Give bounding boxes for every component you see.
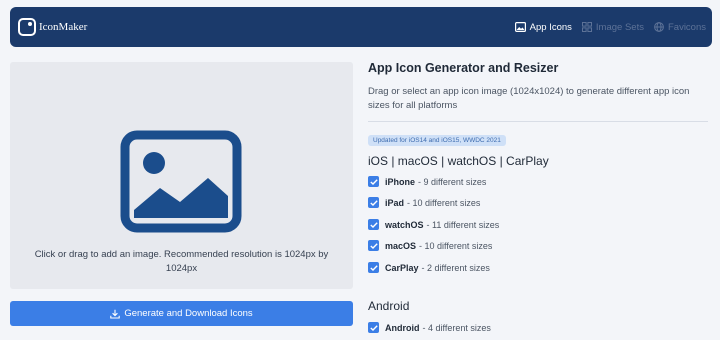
image-dropzone[interactable]: Click or drag to add an image. Recommend… (10, 62, 353, 289)
checkbox-checked-icon[interactable] (368, 176, 379, 187)
platform-sizes: - 4 different sizes (422, 322, 491, 333)
brand-logo-link[interactable]: IconMaker (18, 16, 87, 38)
platform-name: CarPlay (385, 262, 419, 273)
nav-link-app-icons[interactable]: App Icons (514, 21, 572, 33)
page-description: Drag or select an app icon image (1024x1… (368, 86, 690, 111)
checkbox-checked-icon[interactable] (368, 240, 379, 251)
nav-link-label: App Icons (529, 21, 572, 33)
grid-icon (581, 22, 592, 32)
checkbox-watchos[interactable]: watchOS - 11 different sizes (368, 219, 499, 230)
update-badge: Updated for iOS14 and iOS15, WWDC 2021 (368, 135, 506, 146)
image-icon (514, 22, 526, 32)
checkbox-checked-icon[interactable] (368, 197, 379, 208)
image-placeholder-icon (120, 130, 242, 233)
iconmaker-logo-icon (18, 18, 36, 36)
checkbox-ipad[interactable]: iPad - 10 different sizes (368, 197, 480, 208)
android-heading: Android (368, 299, 410, 313)
platform-sizes: - 11 different sizes (426, 219, 500, 230)
globe-icon (654, 22, 664, 32)
platform-name: iPad (385, 197, 405, 208)
nav-link-label: Image Sets (595, 21, 644, 33)
platform-sizes: - 10 different sizes (407, 197, 481, 208)
apple-platforms-heading: iOS | macOS | watchOS | CarPlay (368, 154, 549, 168)
platform-name: macOS (385, 240, 417, 251)
nav-link-favicons[interactable]: Favicons (654, 22, 706, 33)
checkbox-checked-icon[interactable] (368, 262, 379, 273)
generate-button-label: Generate and Download Icons (124, 308, 253, 319)
dropzone-instructions: Click or drag to add an image. Recommend… (34, 249, 329, 274)
nav-link-label: Favicons (667, 21, 706, 33)
platform-name: watchOS (385, 219, 424, 230)
download-icon (110, 309, 121, 319)
platform-sizes: - 9 different sizes (418, 176, 487, 187)
page-title: App Icon Generator and Resizer (368, 61, 559, 75)
checkbox-android[interactable]: Android - 4 different sizes (368, 322, 491, 333)
platform-sizes: - 10 different sizes (419, 240, 493, 251)
checkbox-checked-icon[interactable] (368, 322, 379, 333)
nav-link-image-sets[interactable]: Image Sets (581, 21, 644, 33)
checkbox-iphone[interactable]: iPhone - 9 different sizes (368, 176, 486, 187)
checkbox-carplay[interactable]: CarPlay - 2 different sizes (368, 262, 490, 273)
checkbox-macos[interactable]: macOS - 10 different sizes (368, 240, 492, 251)
divider (368, 121, 708, 122)
platform-name: Android (385, 322, 420, 333)
top-navbar: IconMaker App Icons Image Sets Favicons (10, 7, 712, 47)
nav-links: App Icons Image Sets Favicons (514, 7, 706, 47)
platform-name: iPhone (385, 176, 416, 187)
brand-name: IconMaker (39, 21, 88, 33)
checkbox-checked-icon[interactable] (368, 219, 379, 230)
platform-sizes: - 2 different sizes (421, 262, 490, 273)
generate-download-button[interactable]: Generate and Download Icons (10, 301, 353, 326)
